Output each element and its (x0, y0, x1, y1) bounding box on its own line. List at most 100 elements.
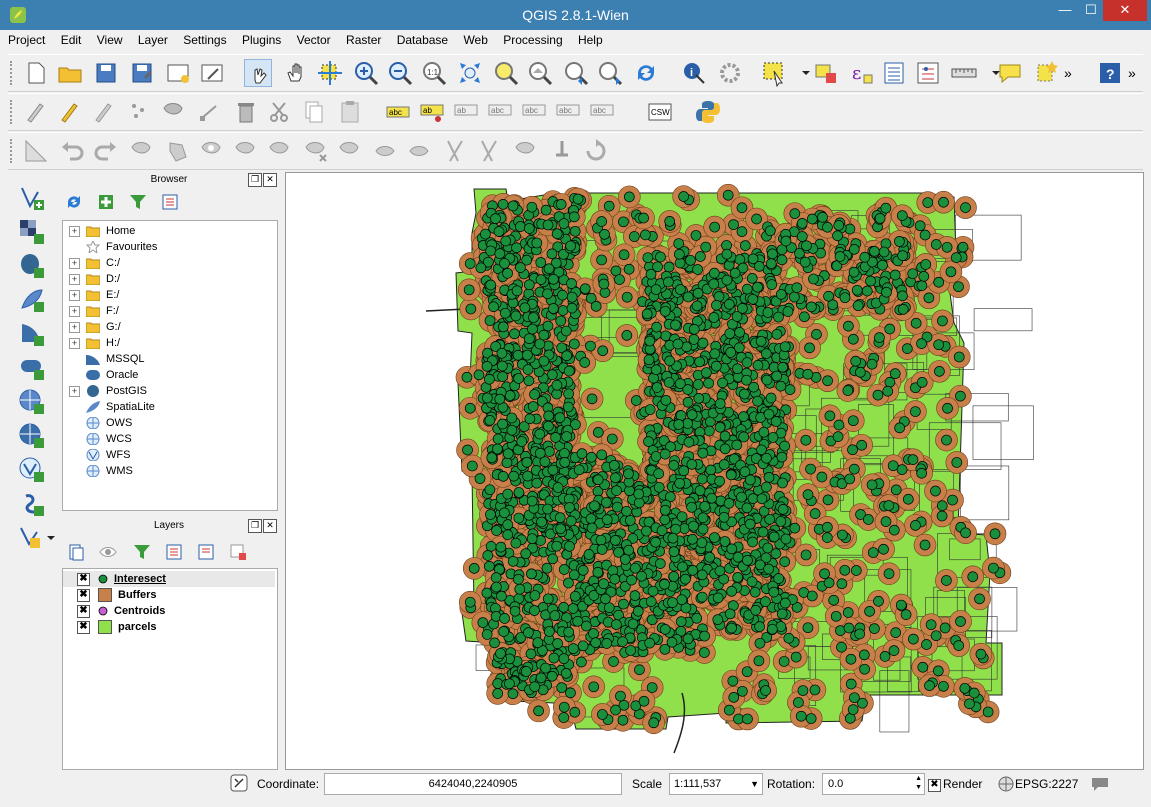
float-panel-icon[interactable]: ❐ (248, 173, 262, 187)
ruler-triangle-icon[interactable] (22, 137, 50, 165)
expand-all-icon[interactable] (164, 542, 184, 562)
delete-ring-icon[interactable] (302, 137, 330, 165)
add-wcs-layer-icon[interactable] (18, 422, 46, 450)
show-hide-labels-icon[interactable]: abc (486, 98, 514, 126)
select-features-icon[interactable] (760, 59, 788, 88)
touch-zoom-pan-icon[interactable] (244, 59, 272, 87)
rotate-point-symbols-icon[interactable] (582, 137, 610, 165)
add-oracle-layer-icon[interactable] (18, 354, 46, 382)
toolbar-grip[interactable] (10, 100, 16, 124)
menu-vector[interactable]: Vector (297, 33, 331, 47)
zoom-to-layer-icon[interactable] (526, 59, 554, 87)
coordinate-field[interactable]: 6424040,2240905 (324, 773, 622, 795)
open-project-icon[interactable] (56, 59, 84, 87)
layer-visibility-checkbox[interactable]: ✖ (77, 604, 90, 618)
layer-item[interactable]: ✖ Centroids (63, 603, 165, 619)
cut-features-icon[interactable] (266, 98, 294, 126)
menu-layer[interactable]: Layer (138, 33, 168, 47)
maximize-button[interactable]: ☐ (1078, 0, 1104, 21)
chevron-down-icon[interactable] (792, 59, 810, 87)
add-raster-layer-icon[interactable] (18, 218, 46, 246)
menu-database[interactable]: Database (397, 33, 448, 47)
collapse-all-icon[interactable] (196, 542, 216, 562)
toolbar-overflow-icon[interactable]: » (1128, 59, 1142, 87)
refresh-icon[interactable] (632, 59, 660, 87)
menu-processing[interactable]: Processing (503, 33, 562, 47)
expand-icon[interactable]: + (69, 305, 80, 317)
delete-selected-icon[interactable] (232, 98, 260, 126)
spinner-arrows-icon[interactable]: ▲ ▼ (915, 774, 922, 792)
layer-item[interactable]: ✖ parcels (63, 619, 157, 635)
tree-item[interactable]: WFS (69, 447, 130, 463)
layer-item[interactable]: ✖ Buffers (63, 587, 157, 603)
zoom-to-selection-icon[interactable] (492, 59, 520, 87)
add-postgis-layer-icon[interactable] (18, 252, 46, 280)
layer-visibility-checkbox[interactable]: ✖ (77, 588, 90, 602)
new-project-icon[interactable] (22, 59, 50, 87)
add-feature-icon[interactable] (126, 98, 154, 126)
expand-icon[interactable]: + (69, 289, 80, 301)
close-panel-icon[interactable]: ✕ (263, 173, 277, 187)
crs-label[interactable]: EPSG:2227 (1015, 777, 1078, 791)
chevron-down-icon[interactable] (46, 528, 56, 556)
tree-item[interactable]: + E:/ (69, 287, 119, 303)
rotation-spinbox[interactable]: 0.0 ▲ ▼ (822, 773, 925, 795)
move-feature-icon[interactable] (160, 98, 188, 126)
zoom-in-icon[interactable] (352, 59, 380, 87)
map-render[interactable] (286, 173, 1143, 769)
layer-visibility-checkbox[interactable]: ✖ (77, 572, 90, 586)
select-by-expression-icon[interactable]: ε (846, 59, 874, 87)
add-vector-layer-icon[interactable] (18, 184, 46, 212)
tree-item[interactable]: WMS (69, 463, 133, 479)
float-panel-icon[interactable]: ❐ (248, 519, 262, 533)
map-tips-icon[interactable] (996, 59, 1024, 87)
tree-item[interactable]: + F:/ (69, 303, 119, 319)
pin-labels-icon[interactable]: ab (418, 98, 446, 126)
menu-raster[interactable]: Raster (346, 33, 381, 47)
copy-features-icon[interactable] (300, 98, 328, 126)
paste-features-icon[interactable] (336, 98, 364, 126)
toggle-editing-icon[interactable] (56, 98, 84, 126)
fill-ring-icon[interactable] (266, 137, 294, 165)
tree-item[interactable]: + Home (69, 223, 135, 239)
offset-curve-icon[interactable] (406, 137, 434, 165)
menu-plugins[interactable]: Plugins (242, 33, 281, 47)
tree-item[interactable]: OWS (69, 415, 132, 431)
split-features-icon[interactable] (442, 137, 470, 165)
menu-web[interactable]: Web (463, 33, 487, 47)
tree-item[interactable]: + PostGIS (69, 383, 147, 399)
zoom-next-icon[interactable] (596, 59, 624, 87)
add-wfs-layer-icon[interactable] (18, 456, 46, 484)
expand-icon[interactable]: + (69, 337, 80, 349)
merge-attributes-icon[interactable] (548, 137, 576, 165)
current-edits-icon[interactable] (22, 98, 50, 126)
collapse-all-icon[interactable] (160, 192, 180, 212)
expand-icon[interactable]: + (69, 385, 80, 397)
identify-features-icon[interactable]: i (680, 59, 708, 87)
toolbar-grip[interactable] (10, 139, 16, 163)
expand-icon[interactable]: + (69, 321, 80, 333)
tree-item[interactable]: MSSQL (69, 351, 145, 367)
layer-labeling-icon[interactable]: abc (384, 98, 412, 126)
menu-settings[interactable]: Settings (183, 33, 226, 47)
deselect-features-icon[interactable] (812, 59, 840, 87)
expand-icon[interactable]: + (69, 273, 80, 285)
reshape-features-icon[interactable] (372, 137, 400, 165)
undo-icon[interactable] (58, 137, 86, 165)
field-calculator-icon[interactable] (914, 59, 942, 87)
map-canvas[interactable] (285, 172, 1144, 770)
delete-part-icon[interactable] (336, 137, 364, 165)
add-spatialite-layer-icon[interactable] (18, 286, 46, 314)
redo-icon[interactable] (92, 137, 120, 165)
crs-globe-icon[interactable] (998, 776, 1014, 792)
simplify-feature-icon[interactable] (164, 137, 192, 165)
refresh-icon[interactable] (64, 192, 84, 212)
tree-item[interactable]: Oracle (69, 367, 138, 383)
menu-edit[interactable]: Edit (61, 33, 82, 47)
filter-icon[interactable] (128, 192, 148, 212)
merge-features-icon[interactable] (512, 137, 540, 165)
measure-line-icon[interactable] (950, 59, 978, 87)
close-panel-icon[interactable]: ✕ (263, 519, 277, 533)
scale-combo[interactable]: 1:111,537 ▼ (669, 773, 763, 795)
add-selected-layers-icon[interactable] (96, 192, 116, 212)
